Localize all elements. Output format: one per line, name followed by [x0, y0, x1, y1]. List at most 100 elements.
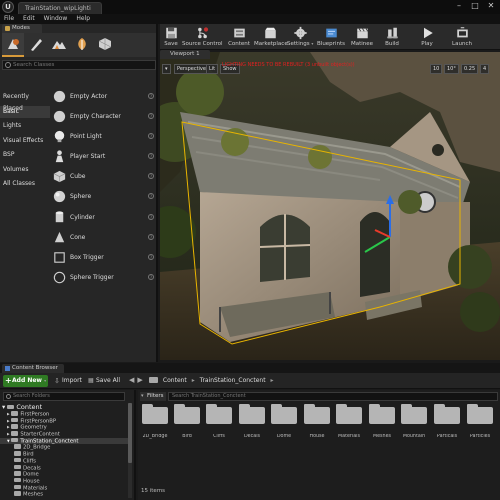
- list-item[interactable]: Cone ?: [52, 229, 156, 247]
- asset-folder[interactable]: Particals: [433, 404, 461, 445]
- close-icon[interactable]: ✕: [484, 1, 498, 12]
- category-all-classes[interactable]: All Classes: [0, 178, 50, 190]
- maximize-icon[interactable]: □: [468, 1, 482, 12]
- asset-folder[interactable]: Materials: [335, 404, 363, 445]
- tree-row[interactable]: Meshes: [0, 491, 128, 498]
- unreal-logo-icon[interactable]: U: [2, 1, 14, 13]
- breadcrumb-trainstation[interactable]: TrainStation_Conctent: [200, 377, 266, 384]
- help-icon[interactable]: ?: [148, 93, 154, 99]
- help-icon[interactable]: ?: [148, 213, 154, 220]
- tree-row[interactable]: Bird: [0, 451, 128, 458]
- category-lights[interactable]: Lights: [0, 120, 50, 132]
- tree-row[interactable]: Decals: [0, 464, 128, 472]
- scale-snap-button[interactable]: 0.25: [461, 64, 479, 74]
- menu-help[interactable]: Help: [76, 14, 90, 24]
- asset-folder[interactable]: Mountain: [400, 404, 428, 445]
- asset-folder[interactable]: Cliffs: [205, 404, 233, 445]
- tree-row[interactable]: Dome: [0, 471, 128, 478]
- folder-tree-scrollbar[interactable]: [128, 403, 132, 498]
- save-all-button[interactable]: Save All: [88, 376, 120, 386]
- help-icon[interactable]: ?: [148, 153, 154, 160]
- tree-row[interactable]: ▸ Geometry: [0, 424, 128, 431]
- tree-row[interactable]: Cliffs: [0, 457, 128, 465]
- level-tab[interactable]: TrainStation_wipLighti: [18, 2, 102, 14]
- tree-row[interactable]: ▸ FirstPersonBP: [0, 417, 128, 425]
- list-item[interactable]: Box Trigger ?: [52, 249, 156, 267]
- place-mode-icon[interactable]: [2, 33, 24, 57]
- help-icon[interactable]: ?: [148, 253, 154, 260]
- blueprints-button[interactable]: Blueprints: [316, 24, 346, 50]
- build-button[interactable]: Build: [379, 24, 405, 50]
- content-browser-tab[interactable]: Content Browser: [2, 364, 64, 373]
- category-bsp[interactable]: BSP: [0, 149, 50, 161]
- tree-row[interactable]: ▸ StarterContent: [0, 431, 128, 438]
- marketplace-button[interactable]: Marketplace: [254, 24, 288, 50]
- tree-row[interactable]: House: [0, 477, 128, 485]
- help-icon[interactable]: ?: [148, 173, 154, 180]
- help-icon[interactable]: ?: [148, 113, 154, 120]
- viewport-options-button[interactable]: ▾: [162, 64, 171, 74]
- help-icon[interactable]: ?: [148, 133, 154, 140]
- category-recently-placed[interactable]: Recently Placed: [0, 91, 50, 112]
- folder-icon: [11, 424, 19, 429]
- tree-row[interactable]: ▾ TrainStation_Conctent: [0, 437, 128, 445]
- help-icon[interactable]: ?: [148, 233, 154, 240]
- tree-row[interactable]: Materials: [0, 484, 128, 492]
- category-visual-effects[interactable]: Visual Effects: [0, 135, 50, 147]
- lit-button[interactable]: Lit: [206, 64, 219, 74]
- class-search-input[interactable]: Search Classes: [2, 60, 156, 70]
- viewport-tab[interactable]: Viewport 1: [160, 50, 210, 59]
- list-item[interactable]: Sphere ?: [52, 188, 156, 206]
- folder-search-input[interactable]: Search Folders: [3, 392, 125, 401]
- asset-folder[interactable]: Meshes: [368, 404, 396, 445]
- asset-folder[interactable]: Particles: [466, 404, 494, 445]
- asset-folder[interactable]: Bird: [173, 404, 201, 445]
- matinee-button[interactable]: Matinee: [348, 24, 376, 50]
- launch-button[interactable]: Launch: [447, 24, 477, 50]
- grid-snap-button[interactable]: 10: [430, 64, 443, 74]
- minimize-icon[interactable]: –: [452, 1, 466, 12]
- import-button[interactable]: Import: [54, 376, 82, 386]
- menu-file[interactable]: File: [4, 14, 14, 24]
- landscape-mode-icon[interactable]: [48, 33, 70, 57]
- asset-folder[interactable]: House: [303, 404, 331, 445]
- content-button[interactable]: Content: [226, 24, 252, 50]
- asset-folder[interactable]: Decals: [238, 404, 266, 445]
- settings-button[interactable]: Settings ▾: [287, 24, 313, 50]
- menu-window[interactable]: Window: [44, 14, 68, 24]
- level-viewport[interactable]: ▾ Perspective Lit Show 10 10° 0.25 4 LIG…: [160, 52, 500, 360]
- modes-tab[interactable]: Modes: [2, 24, 42, 33]
- forward-arrow-icon[interactable]: ▶: [137, 376, 145, 384]
- breadcrumb-content[interactable]: Content: [163, 377, 187, 384]
- geometry-mode-icon[interactable]: [94, 33, 116, 57]
- source-control-button[interactable]: Source Control: [182, 24, 223, 50]
- category-volumes[interactable]: Volumes: [0, 164, 50, 176]
- filters-button[interactable]: Filters: [140, 392, 166, 401]
- help-icon[interactable]: ?: [148, 193, 154, 200]
- rotation-snap-button[interactable]: 10°: [444, 64, 459, 74]
- category-basic[interactable]: Basic: [0, 105, 50, 118]
- list-item[interactable]: Cylinder ?: [52, 209, 156, 227]
- asset-folder[interactable]: Dome: [270, 404, 298, 445]
- paint-mode-icon[interactable]: [25, 33, 47, 57]
- menu-edit[interactable]: Edit: [23, 14, 35, 24]
- add-new-button[interactable]: Add New ▾: [3, 375, 48, 387]
- asset-folder[interactable]: 2D_Bridge: [141, 404, 169, 445]
- help-icon[interactable]: ?: [148, 273, 154, 280]
- foliage-mode-icon[interactable]: [71, 33, 93, 57]
- perspective-button[interactable]: Perspective: [174, 64, 209, 74]
- list-item[interactable]: Empty Character ?: [52, 108, 156, 126]
- tree-row[interactable]: 2D_Bridge: [0, 444, 128, 451]
- list-item[interactable]: Empty Actor ?: [52, 88, 156, 106]
- scrollbar-thumb[interactable]: [128, 403, 132, 463]
- play-button[interactable]: Play: [413, 24, 441, 50]
- list-item[interactable]: Player Start ?: [52, 148, 156, 166]
- asset-search-input[interactable]: Search TrainStation_Conctent: [168, 392, 498, 401]
- list-item[interactable]: Cube ?: [52, 168, 156, 186]
- save-button[interactable]: Save: [162, 24, 180, 50]
- tree-row[interactable]: ▸ FirstPerson: [0, 411, 128, 418]
- list-item[interactable]: Point Light ?: [52, 128, 156, 146]
- tree-row[interactable]: ▾ Content: [0, 403, 128, 411]
- camera-speed-button[interactable]: 4: [480, 64, 490, 74]
- list-item[interactable]: Sphere Trigger ?: [52, 269, 156, 287]
